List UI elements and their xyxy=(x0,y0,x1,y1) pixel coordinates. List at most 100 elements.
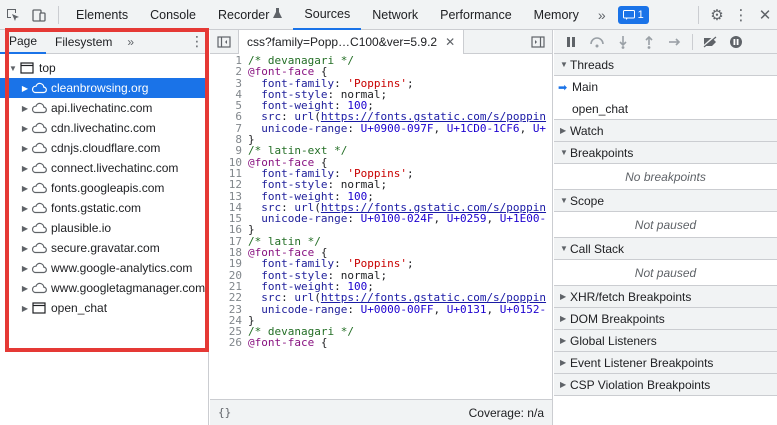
section-empty-message: Not paused xyxy=(554,212,777,238)
tree-item-cdnjs-cloudflare-com[interactable]: ▶ cdnjs.cloudflare.com xyxy=(0,138,208,158)
step-out-icon[interactable] xyxy=(636,30,662,54)
gear-icon[interactable]: ⚙ xyxy=(705,0,729,30)
section-call-stack[interactable]: ▼ Call Stack xyxy=(554,238,777,260)
section-event-listener-breakpoints[interactable]: ▶ Event Listener Breakpoints xyxy=(554,352,777,374)
pretty-print-button[interactable]: {} xyxy=(218,406,231,419)
section-scope[interactable]: ▼ Scope xyxy=(554,190,777,212)
tree-item-www-google-analytics-com[interactable]: ▶ www.google-analytics.com xyxy=(0,258,208,278)
tab-console[interactable]: Console xyxy=(139,0,207,30)
expanded-arrow-icon: ▼ xyxy=(560,196,568,205)
line-number[interactable]: 3 xyxy=(210,77,248,89)
line-number[interactable]: 6 xyxy=(210,111,248,123)
section-csp-violation-breakpoints[interactable]: ▶ CSP Violation Breakpoints xyxy=(554,374,777,396)
close-icon[interactable]: ✕ xyxy=(445,35,455,49)
line-number[interactable]: 1 xyxy=(210,55,248,66)
thread-item-main[interactable]: ➡ Main xyxy=(554,76,777,98)
code-line[interactable]: 26 @font-face { xyxy=(210,337,552,349)
tree-item-connect-livechatinc-com[interactable]: ▶ connect.livechatinc.com xyxy=(0,158,208,178)
collapsed-arrow-icon[interactable]: ▶ xyxy=(20,284,30,293)
more-navigator-tabs-button[interactable]: » xyxy=(121,35,140,49)
tab-page[interactable]: Page xyxy=(0,30,47,54)
line-number[interactable]: 12 xyxy=(210,179,248,191)
collapsed-arrow-icon[interactable]: ▶ xyxy=(20,184,30,193)
tab-recorder[interactable]: Recorder xyxy=(207,0,293,30)
close-icon[interactable]: ✕ xyxy=(753,0,777,30)
tree-item-label: cdn.livechatinc.com xyxy=(51,121,156,135)
kebab-menu-icon[interactable]: ⋮ xyxy=(186,33,208,50)
device-toolbar-icon[interactable] xyxy=(26,0,52,30)
line-number[interactable]: 22 xyxy=(210,292,248,304)
collapsed-arrow-icon[interactable]: ▶ xyxy=(20,124,30,133)
tree-item-top[interactable]: ▼ top xyxy=(0,58,208,78)
pause-icon[interactable] xyxy=(558,30,584,54)
section-dom-breakpoints[interactable]: ▶ DOM Breakpoints xyxy=(554,308,777,330)
collapsed-arrow-icon[interactable]: ▶ xyxy=(20,104,30,113)
toggle-debugger-icon[interactable] xyxy=(524,30,552,54)
tree-item-fonts-gstatic-com[interactable]: ▶ fonts.gstatic.com xyxy=(0,198,208,218)
section-breakpoints[interactable]: ▼ Breakpoints xyxy=(554,142,777,164)
kebab-menu-icon[interactable]: ⋮ xyxy=(729,0,753,30)
section-global-listeners[interactable]: ▶ Global Listeners xyxy=(554,330,777,352)
section-xhr-fetch-breakpoints[interactable]: ▶ XHR/fetch Breakpoints xyxy=(554,286,777,308)
tree-item-fonts-googleapis-com[interactable]: ▶ fonts.googleapis.com xyxy=(0,178,208,198)
line-number[interactable]: 5 xyxy=(210,100,248,112)
collapsed-arrow-icon[interactable]: ▶ xyxy=(20,264,30,273)
deactivate-breakpoints-icon[interactable] xyxy=(697,30,723,54)
issues-badge[interactable]: 1 xyxy=(617,5,649,24)
code-view[interactable]: 1/* devanagari */2 @font-face {3 font-fam… xyxy=(210,55,552,400)
tab-memory[interactable]: Memory xyxy=(523,0,590,30)
tree-item-secure-gravatar-com[interactable]: ▶ secure.gravatar.com xyxy=(0,238,208,258)
line-number[interactable]: 19 xyxy=(210,258,248,270)
collapsed-arrow-icon[interactable]: ▶ xyxy=(20,244,30,253)
collapsed-arrow-icon[interactable]: ▶ xyxy=(20,224,30,233)
cloud-icon xyxy=(30,162,48,174)
threads-section-header[interactable]: ▼ Threads xyxy=(554,54,777,76)
tab-elements[interactable]: Elements xyxy=(65,0,139,30)
collapsed-arrow-icon[interactable]: ▶ xyxy=(20,204,30,213)
section-label: CSP Violation Breakpoints xyxy=(570,377,711,392)
frame-icon xyxy=(18,62,36,74)
tab-performance[interactable]: Performance xyxy=(429,0,523,30)
inspect-element-icon[interactable] xyxy=(0,0,26,30)
collapsed-arrow-icon[interactable]: ▶ xyxy=(20,144,30,153)
line-number[interactable]: 8 xyxy=(210,134,248,146)
collapsed-arrow-icon[interactable]: ▶ xyxy=(20,304,30,313)
code-line[interactable]: 23 unicode-range: U+0000-00FF, U+0131, U… xyxy=(210,303,552,315)
line-number[interactable]: 7 xyxy=(210,122,248,134)
tab-filesystem[interactable]: Filesystem xyxy=(46,30,121,54)
more-tabs-button[interactable]: » xyxy=(590,0,614,30)
cloud-icon xyxy=(30,182,48,194)
tree-item-plausible-io[interactable]: ▶ plausible.io xyxy=(0,218,208,238)
step-over-icon[interactable] xyxy=(584,30,610,54)
expanded-arrow-icon[interactable]: ▼ xyxy=(8,64,18,73)
editor-file-tab[interactable]: css?family=Popp…C100&ver=5.9.2 ✕ xyxy=(238,29,465,54)
collapsed-arrow-icon: ▶ xyxy=(560,292,567,301)
tree-item-label: top xyxy=(39,61,56,75)
line-number[interactable]: 2 xyxy=(210,66,248,78)
toolbar-separator xyxy=(692,33,693,50)
line-number[interactable]: 9 xyxy=(210,145,248,157)
tree-item-www-googletagmanager-com[interactable]: ▶ www.googletagmanager.com xyxy=(0,278,208,298)
flask-icon xyxy=(273,7,283,22)
step-icon[interactable] xyxy=(662,30,688,54)
tree-item-cleanbrowsing-org[interactable]: ▶ cleanbrowsing.org xyxy=(0,78,208,98)
tab-network[interactable]: Network xyxy=(361,0,429,30)
collapsed-arrow-icon[interactable]: ▶ xyxy=(20,164,30,173)
pause-on-exceptions-icon[interactable] xyxy=(723,30,749,54)
thread-item-open-chat[interactable]: open_chat xyxy=(554,98,777,120)
toggle-navigator-icon[interactable] xyxy=(210,30,238,54)
tree-item-open-chat[interactable]: ▶ open_chat xyxy=(0,298,208,318)
section-label: Breakpoints xyxy=(570,145,634,160)
section-label: Scope xyxy=(570,193,605,208)
section-watch[interactable]: ▶ Watch xyxy=(554,120,777,142)
code-line[interactable]: 15 unicode-range: U+0100-024F, U+0259, U… xyxy=(210,213,552,225)
line-number[interactable]: 26 xyxy=(210,337,248,349)
line-number[interactable]: 4 xyxy=(210,89,248,101)
tree-item-api-livechatinc-com[interactable]: ▶ api.livechatinc.com xyxy=(0,98,208,118)
code-line[interactable]: 7 unicode-range: U+0900-097F, U+1CD0-1CF… xyxy=(210,122,552,134)
tree-item-cdn-livechatinc-com[interactable]: ▶ cdn.livechatinc.com xyxy=(0,118,208,138)
tab-sources[interactable]: Sources xyxy=(293,0,362,30)
step-into-icon[interactable] xyxy=(610,30,636,54)
section-label: Watch xyxy=(570,123,604,138)
collapsed-arrow-icon[interactable]: ▶ xyxy=(20,84,30,93)
